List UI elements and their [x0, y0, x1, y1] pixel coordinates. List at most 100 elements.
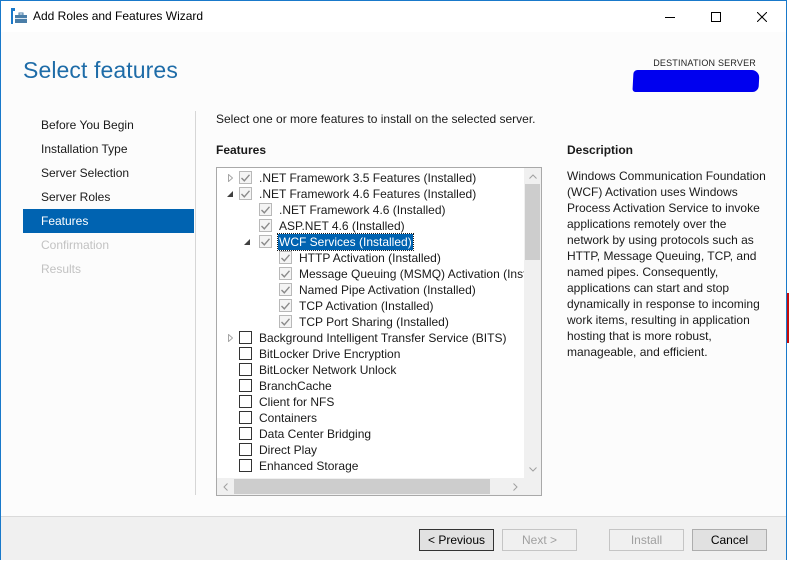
features-tree-rows: .NET Framework 3.5 Features (Installed).… — [217, 170, 541, 474]
expand-arrow-icon[interactable] — [226, 334, 234, 342]
feature-label[interactable]: TCP Activation (Installed) — [298, 298, 435, 314]
feature-checkbox[interactable] — [239, 411, 252, 424]
feature-checkbox[interactable] — [239, 379, 252, 392]
chevron-down-icon — [528, 467, 537, 472]
expand-arrow-icon[interactable] — [226, 174, 234, 182]
install-button: Install — [609, 529, 684, 551]
tree-item[interactable]: TCP Port Sharing (Installed) — [217, 314, 523, 330]
feature-checkbox[interactable] — [239, 395, 252, 408]
feature-label[interactable]: .NET Framework 3.5 Features (Installed) — [258, 170, 477, 186]
window-title: Add Roles and Features Wizard — [33, 9, 204, 23]
scroll-left-button[interactable] — [217, 478, 234, 495]
collapse-arrow-icon[interactable] — [226, 190, 234, 198]
feature-label[interactable]: .NET Framework 4.6 (Installed) — [278, 202, 447, 218]
checkmark-icon — [281, 269, 290, 278]
feature-checkbox[interactable] — [279, 283, 292, 296]
wizard-window: Add Roles and Features Wizard Select fea… — [0, 0, 787, 560]
feature-label[interactable]: TCP Port Sharing (Installed) — [298, 314, 450, 330]
tree-item[interactable]: Message Queuing (MSMQ) Activation (Insta… — [217, 266, 541, 282]
close-icon — [757, 11, 767, 22]
feature-checkbox[interactable] — [239, 443, 252, 456]
feature-checkbox[interactable] — [239, 331, 252, 344]
features-tree[interactable]: .NET Framework 3.5 Features (Installed).… — [216, 167, 542, 496]
tree-item[interactable]: Client for NFS — [217, 394, 523, 410]
wizard-footer: < Previous Next > Install Cancel — [1, 516, 786, 560]
feature-label[interactable]: Containers — [258, 410, 318, 426]
feature-label[interactable]: Data Center Bridging — [258, 426, 372, 442]
feature-checkbox[interactable] — [279, 299, 292, 312]
nav-item-server-roles[interactable]: Server Roles — [23, 185, 194, 209]
close-button[interactable] — [739, 1, 785, 32]
checkmark-icon — [261, 237, 270, 246]
checkmark-icon — [281, 253, 290, 262]
feature-label[interactable]: Client for NFS — [258, 394, 335, 410]
destination-server-label: DESTINATION SERVER — [653, 58, 756, 68]
vertical-scroll-thumb[interactable] — [525, 184, 540, 260]
feature-label[interactable]: ASP.NET 4.6 (Installed) — [278, 218, 406, 234]
feature-checkbox[interactable] — [279, 315, 292, 328]
horizontal-scrollbar[interactable] — [217, 478, 541, 495]
feature-checkbox[interactable] — [259, 219, 272, 232]
tree-item[interactable]: Data Center Bridging — [217, 426, 523, 442]
tree-item[interactable]: BitLocker Network Unlock — [217, 362, 523, 378]
feature-checkbox[interactable] — [279, 251, 292, 264]
feature-label[interactable]: Background Intelligent Transfer Service … — [258, 330, 507, 346]
nav-item-server-selection[interactable]: Server Selection — [23, 161, 194, 185]
nav-item-installation-type[interactable]: Installation Type — [23, 137, 194, 161]
scroll-up-button[interactable] — [524, 168, 541, 185]
feature-checkbox[interactable] — [239, 363, 252, 376]
feature-label[interactable]: .NET Framework 4.6 Features (Installed) — [258, 186, 477, 202]
cancel-button[interactable]: Cancel — [692, 529, 767, 551]
tree-item[interactable]: BranchCache — [217, 378, 523, 394]
title-bar[interactable]: Add Roles and Features Wizard — [1, 1, 786, 32]
feature-label[interactable]: BitLocker Drive Encryption — [258, 346, 401, 362]
feature-checkbox[interactable] — [239, 171, 252, 184]
feature-label[interactable]: Message Queuing (MSMQ) Activation (Insta… — [298, 266, 541, 282]
tree-item[interactable]: ASP.NET 4.6 (Installed) — [217, 218, 523, 234]
instruction-text: Select one or more features to install o… — [216, 112, 536, 126]
feature-checkbox[interactable] — [239, 459, 252, 472]
feature-label[interactable]: BitLocker Network Unlock — [258, 362, 397, 378]
minimize-icon — [665, 16, 675, 18]
vertical-scrollbar[interactable] — [524, 168, 541, 478]
feature-checkbox[interactable] — [239, 187, 252, 200]
tree-item[interactable]: BitLocker Drive Encryption — [217, 346, 523, 362]
feature-checkbox[interactable] — [279, 267, 292, 280]
tree-item[interactable]: Background Intelligent Transfer Service … — [217, 330, 523, 346]
collapse-arrow-icon[interactable] — [243, 238, 251, 246]
feature-label[interactable]: Enhanced Storage — [258, 458, 359, 474]
checkmark-icon — [281, 285, 290, 294]
tree-item[interactable]: .NET Framework 4.6 Features (Installed) — [217, 186, 523, 202]
scroll-right-button[interactable] — [507, 478, 524, 495]
previous-button[interactable]: < Previous — [419, 529, 494, 551]
nav-item-before-you-begin[interactable]: Before You Begin — [23, 113, 194, 137]
checkmark-icon — [281, 317, 290, 326]
feature-checkbox[interactable] — [239, 347, 252, 360]
feature-checkbox[interactable] — [259, 203, 272, 216]
tree-item[interactable]: HTTP Activation (Installed) — [217, 250, 523, 266]
feature-checkbox[interactable] — [239, 427, 252, 440]
minimize-button[interactable] — [647, 1, 693, 32]
tree-item[interactable]: Containers — [217, 410, 523, 426]
feature-label[interactable]: HTTP Activation (Installed) — [298, 250, 442, 266]
feature-label[interactable]: Named Pipe Activation (Installed) — [298, 282, 477, 298]
tree-item[interactable]: WCF Services (Installed) — [217, 233, 523, 251]
maximize-button[interactable] — [693, 1, 739, 32]
scroll-down-button[interactable] — [524, 461, 541, 478]
tree-item[interactable]: Named Pipe Activation (Installed) — [217, 282, 523, 298]
maximize-icon — [711, 11, 721, 22]
feature-label[interactable]: WCF Services (Installed) — [277, 233, 414, 251]
tree-item[interactable]: .NET Framework 4.6 (Installed) — [217, 202, 523, 218]
tree-item[interactable]: Direct Play — [217, 442, 523, 458]
feature-label[interactable]: BranchCache — [258, 378, 333, 394]
wizard-nav: Before You Begin Installation Type Serve… — [23, 113, 194, 281]
feature-label[interactable]: Direct Play — [258, 442, 318, 458]
tree-item[interactable]: Enhanced Storage — [217, 458, 523, 474]
feature-checkbox[interactable] — [259, 235, 272, 248]
nav-item-features[interactable]: Features — [23, 209, 194, 233]
next-button: Next > — [502, 529, 577, 551]
tree-item[interactable]: TCP Activation (Installed) — [217, 298, 523, 314]
horizontal-scroll-thumb[interactable] — [234, 479, 490, 494]
tree-item[interactable]: .NET Framework 3.5 Features (Installed) — [217, 170, 523, 186]
checkmark-icon — [241, 173, 250, 182]
